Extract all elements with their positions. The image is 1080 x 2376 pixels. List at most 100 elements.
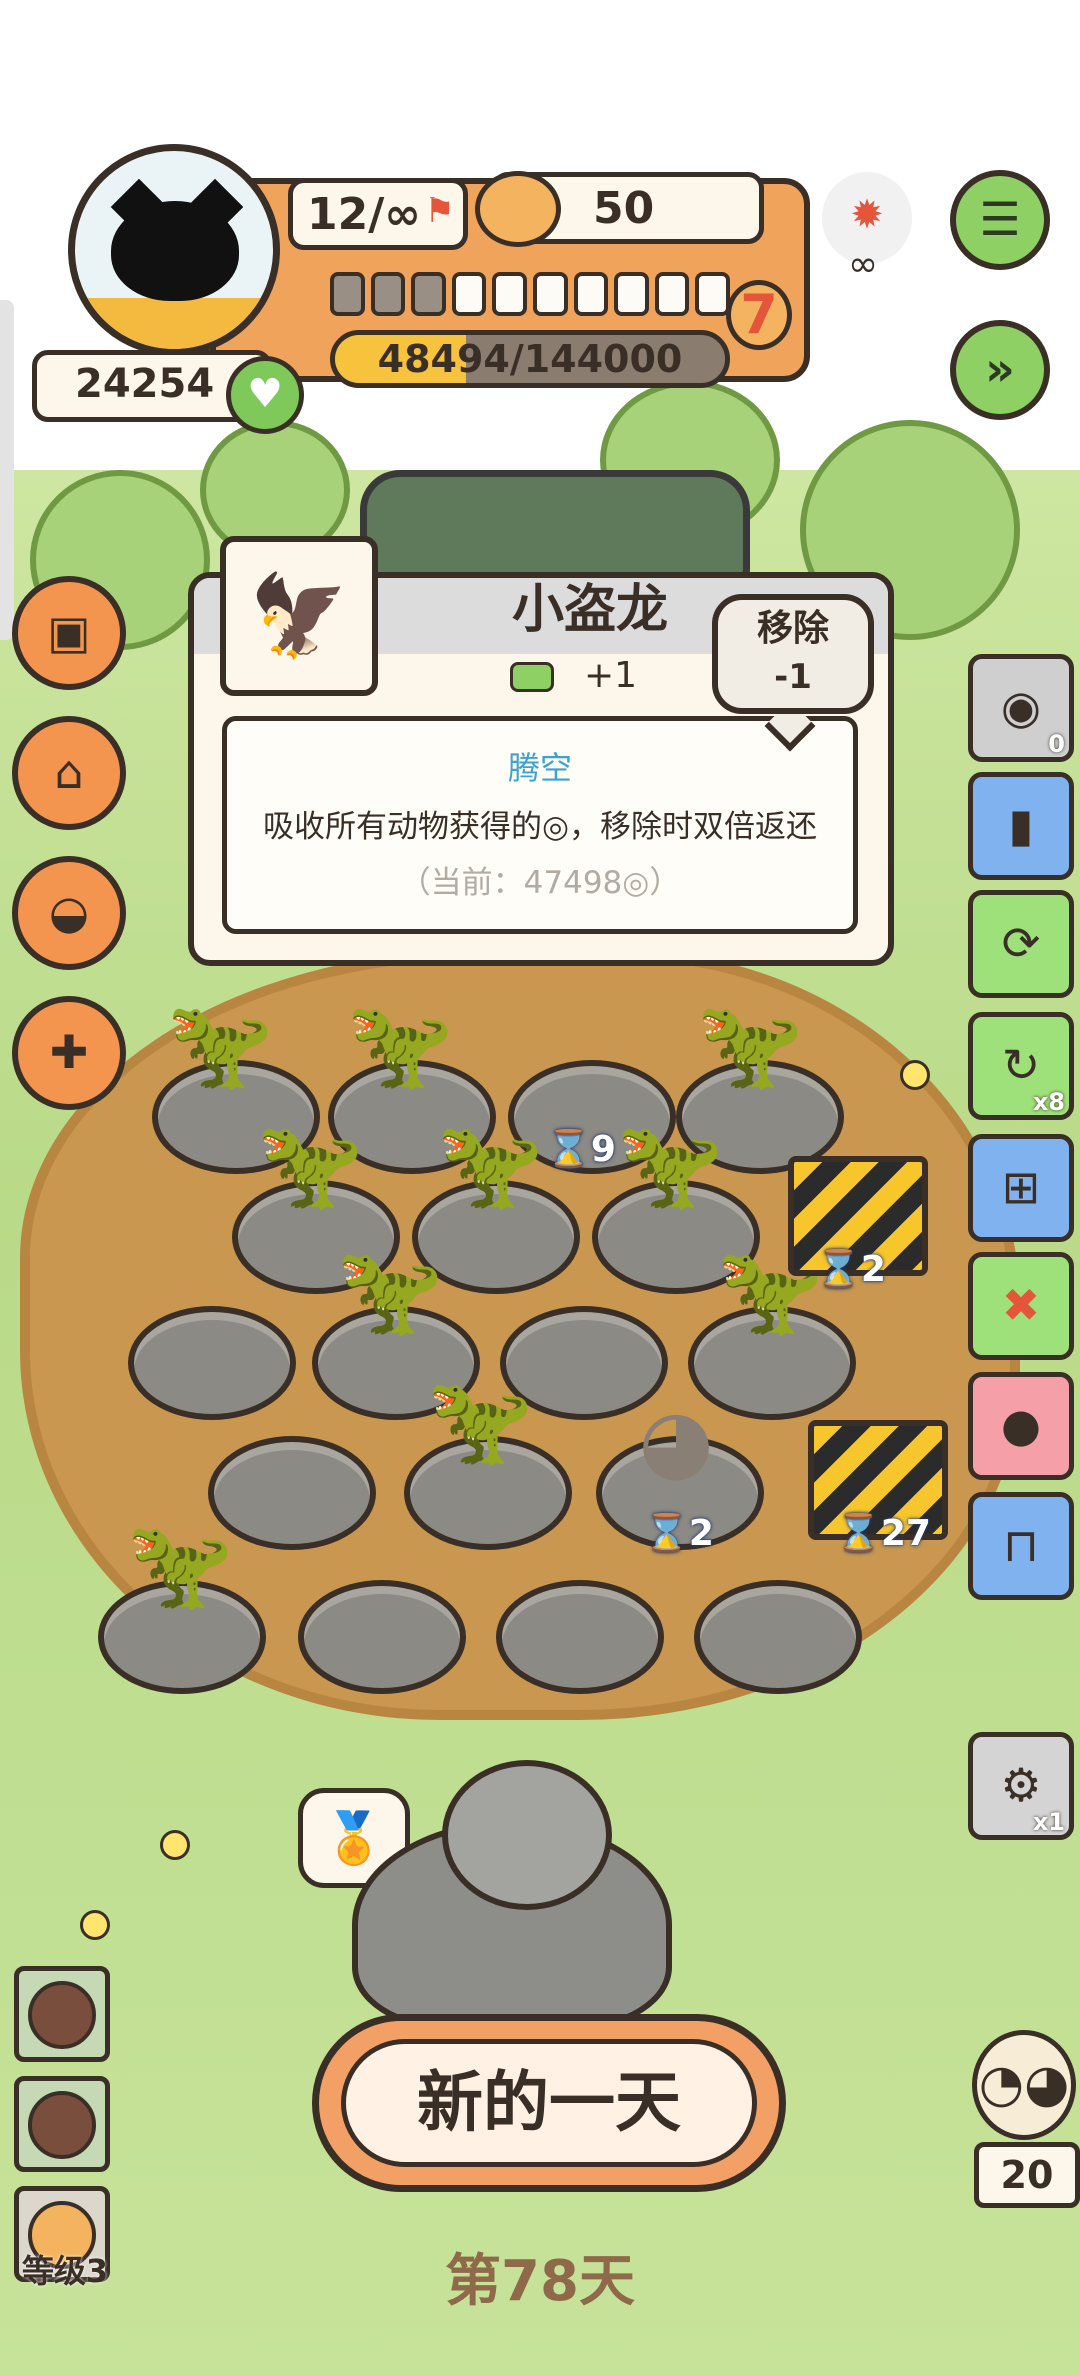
raptor-icon[interactable]: 🦖 xyxy=(150,990,290,1110)
refresh-ticket-icon: ↻ xyxy=(1001,1038,1041,1092)
side-item-cancel-ticket[interactable]: ✖ xyxy=(968,1252,1074,1360)
remove-label: 移除 xyxy=(756,608,829,649)
pit[interactable] xyxy=(298,1580,466,1694)
bonus-icon xyxy=(510,662,554,692)
level-segment xyxy=(411,272,446,316)
coin-can-icon xyxy=(475,171,561,247)
moves-text: 12/∞ xyxy=(307,189,421,240)
grandpa-cat xyxy=(352,1760,692,2030)
raptor-icon[interactable]: 🦖 xyxy=(410,1366,550,1486)
menu-button[interactable]: ☰ xyxy=(950,170,1050,270)
new-day-button[interactable]: 新的一天 xyxy=(312,2014,786,2192)
remove-button[interactable]: 移除 -1 xyxy=(712,594,874,714)
level-segment xyxy=(573,272,609,316)
cancel-ticket-icon: ✖ xyxy=(1001,1278,1041,1332)
gameboy-button[interactable]: ✚ xyxy=(12,996,126,1110)
new-day-label: 新的一天 xyxy=(341,2039,757,2167)
bonus-value: +1 xyxy=(584,655,638,696)
ticket-icon: ⟳ xyxy=(1001,916,1041,970)
flame-icon[interactable]: ✹ ∞ xyxy=(822,172,912,285)
timer-label: ⌛2 xyxy=(644,1513,714,1554)
bowl-button[interactable]: ◒ xyxy=(12,856,126,970)
side-item-tool[interactable]: ⚙ x1 xyxy=(968,1732,1074,1840)
side-item-stones[interactable]: ◉ 0 xyxy=(968,654,1074,762)
fast-forward-button[interactable]: » xyxy=(950,320,1050,420)
tower-icon: ⌂ xyxy=(54,745,84,799)
timer-value: 9 xyxy=(590,1129,616,1170)
owl-counter[interactable]: ◔◕ 20 xyxy=(966,2030,1080,2210)
ability-current: （当前：47498◎） xyxy=(399,865,681,901)
machine-icon: ⊞ xyxy=(1001,1160,1041,1214)
raptor-icon[interactable]: 🦖 xyxy=(320,1236,460,1356)
timer-label: ⌛2 xyxy=(816,1249,886,1290)
bowl-icon: ◒ xyxy=(48,885,90,939)
raptor-icon[interactable]: 🦖 xyxy=(680,990,820,1110)
menu-icon: ☰ xyxy=(979,192,1021,246)
camera-icon: ▮ xyxy=(1008,798,1034,852)
popup-bonus: +1 xyxy=(510,648,690,704)
raptor-icon[interactable]: 🦖 xyxy=(330,990,470,1110)
flag-icon: ⚑ xyxy=(424,191,455,231)
raptor-icon[interactable]: 🦖 xyxy=(110,1510,250,1630)
raptor-icon[interactable]: 🦖 xyxy=(240,1110,380,1230)
shell-icon xyxy=(28,1981,96,2049)
raptor-icon[interactable]: 🦖 xyxy=(420,1110,560,1230)
level-segment xyxy=(532,272,568,316)
animal-name: 小盗龙 xyxy=(511,580,668,640)
level-badge: 7 xyxy=(726,280,792,350)
pit[interactable] xyxy=(128,1306,296,1420)
heart-icon[interactable]: ♥ xyxy=(226,356,304,434)
coin-counter: 50 xyxy=(475,171,764,247)
tower-button[interactable]: ⌂ xyxy=(12,716,126,830)
level-segment xyxy=(695,272,730,316)
raptor-icon[interactable]: 🦖 xyxy=(600,1110,740,1230)
level-segments xyxy=(330,272,730,316)
sloth-icon[interactable]: ◕ xyxy=(606,1386,746,1506)
side-item-ticket[interactable]: ⟳ xyxy=(968,890,1074,998)
remove-cost: -1 xyxy=(774,657,812,697)
level-segment xyxy=(492,272,527,316)
fast-forward-icon: » xyxy=(985,342,1015,396)
ability-box: 腾空 吸收所有动物获得的◎，移除时双倍返还 （当前：47498◎） xyxy=(222,716,858,934)
timer-label: ⌛9 xyxy=(546,1129,616,1170)
coin-value: 50 xyxy=(593,183,655,234)
box-button[interactable]: ▣ xyxy=(12,576,126,690)
ability-description: 吸收所有动物获得的◎，移除时双倍返还 xyxy=(262,809,818,845)
flower xyxy=(900,1060,930,1090)
bomb-icon: ● xyxy=(1000,1398,1042,1452)
player-avatar[interactable] xyxy=(68,144,280,356)
level-segment xyxy=(370,272,406,316)
side-item-bomb[interactable]: ● xyxy=(968,1372,1074,1480)
box-icon: ▣ xyxy=(47,605,91,659)
moves-counter: 12/∞ ⚑ xyxy=(288,178,468,250)
pit[interactable] xyxy=(694,1580,862,1694)
score-value: 24254 xyxy=(75,361,215,407)
side-item-camera[interactable]: ▮ xyxy=(968,772,1074,880)
level-segment xyxy=(451,272,487,316)
tool-icon: ⚙ xyxy=(1000,1758,1042,1812)
timer-value: 2 xyxy=(860,1249,886,1290)
side-item-refresh[interactable]: ↻ x8 xyxy=(968,1012,1074,1120)
stones-icon: ◉ xyxy=(1000,680,1042,734)
level-label: 等级3 xyxy=(21,2252,109,2290)
owl-count: 20 xyxy=(974,2142,1080,2208)
bag-button[interactable] xyxy=(14,2076,110,2172)
cat-head xyxy=(442,1760,612,1910)
bag-icon xyxy=(28,2091,96,2159)
ability-name: 腾空 xyxy=(507,749,572,787)
basket-icon: ⊓ xyxy=(1003,1518,1039,1572)
shell-button[interactable] xyxy=(14,1966,110,2062)
house-roof xyxy=(360,470,750,580)
side-count: x1 xyxy=(1032,1808,1065,1836)
timer-value: 27 xyxy=(880,1513,931,1554)
timer-label: ⌛27 xyxy=(836,1513,931,1554)
timer-value: 2 xyxy=(688,1513,714,1554)
side-count: 0 xyxy=(1048,730,1065,758)
owl-icon: ◔◕ xyxy=(972,2030,1076,2140)
edge-strip xyxy=(0,300,14,640)
infinity-label: ∞ xyxy=(848,244,878,285)
side-count: x8 xyxy=(1032,1088,1065,1116)
side-item-machine[interactable]: ⊞ xyxy=(968,1134,1074,1242)
side-item-basket[interactable]: ⊓ xyxy=(968,1492,1074,1600)
pit[interactable] xyxy=(496,1580,664,1694)
